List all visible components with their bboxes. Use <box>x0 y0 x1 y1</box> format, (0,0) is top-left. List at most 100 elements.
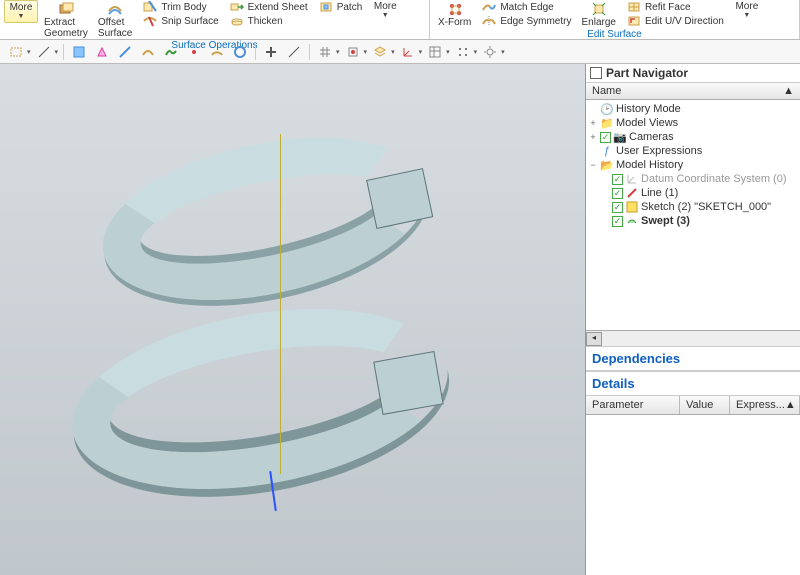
line-feature-icon <box>625 187 639 199</box>
expression-col[interactable]: Express...▲ <box>730 396 800 414</box>
xform-button[interactable]: X-Form <box>434 0 475 29</box>
tb-edge-icon[interactable] <box>115 43 135 61</box>
tb-curve-icon[interactable] <box>138 43 158 61</box>
ribbon-group2-label: Edit Surface <box>434 29 795 41</box>
tb-table-icon[interactable] <box>425 43 445 61</box>
offset-surface-label: Offset Surface <box>98 17 132 39</box>
3d-viewport[interactable] <box>0 64 585 575</box>
ribbon: More ▼ Extract Geometry Offset Surface T… <box>0 0 800 40</box>
tb-snap-icon[interactable] <box>343 43 363 61</box>
axis-line <box>280 134 281 474</box>
tree-model-history[interactable]: − 📂 Model History <box>588 158 798 172</box>
offset-surface-icon <box>107 1 123 17</box>
chevron-down-icon: ▼ <box>18 13 25 21</box>
more2-button[interactable]: More ▼ <box>368 0 402 21</box>
checkbox-icon[interactable]: ✓ <box>600 132 611 143</box>
model-views-label: Model Views <box>616 117 678 129</box>
folder-open-icon: 📂 <box>600 159 614 171</box>
horizontal-scrollbar[interactable]: ◂ <box>586 330 800 346</box>
more2-label: More <box>374 1 397 12</box>
user-expr-label: User Expressions <box>616 145 702 157</box>
details-section[interactable]: Details <box>586 371 800 396</box>
pin-icon[interactable] <box>590 67 602 79</box>
more-button[interactable]: More ▼ <box>4 0 38 23</box>
offset-surface-button[interactable]: Offset Surface <box>94 0 136 40</box>
tree-user-expressions[interactable]: ƒ User Expressions <box>588 144 798 158</box>
tb-rectangle-icon[interactable] <box>6 43 26 61</box>
thicken-button[interactable]: Thicken <box>225 14 312 28</box>
tree-swept[interactable]: ✓ Swept (3) <box>588 214 798 228</box>
tb-point-icon[interactable] <box>184 43 204 61</box>
expand-icon[interactable]: + <box>588 118 598 128</box>
edit-uv-label: Edit U/V Direction <box>645 16 724 27</box>
more3-label: More <box>735 1 758 12</box>
tb-dots-icon[interactable] <box>453 43 473 61</box>
refit-face-button[interactable]: Refit Face <box>622 0 728 14</box>
tb-circle-icon[interactable] <box>230 43 250 61</box>
extend-sheet-label: Extend Sheet <box>248 2 308 13</box>
tb-grid-icon[interactable] <box>315 43 335 61</box>
edit-uv-icon <box>626 13 642 29</box>
patch-button[interactable]: Patch <box>314 0 367 14</box>
expand-icon[interactable]: + <box>588 132 598 142</box>
thicken-icon <box>229 13 245 29</box>
more3-button[interactable]: More ▼ <box>730 0 764 21</box>
tree-sketch[interactable]: ✓ Sketch (2) "SKETCH_000" <box>588 200 798 214</box>
sketch-icon <box>625 201 639 213</box>
tree-line[interactable]: ✓ Line (1) <box>588 186 798 200</box>
snip-surface-button[interactable]: Snip Surface <box>138 14 222 28</box>
tb-shaded-icon[interactable] <box>69 43 89 61</box>
ribbon-group-surface-ops: More ▼ Extract Geometry Offset Surface T… <box>0 0 430 39</box>
part-navigator-title-bar: Part Navigator <box>586 64 800 83</box>
edge-symmetry-button[interactable]: Edge Symmetry <box>477 14 575 28</box>
folder-icon: 📁 <box>600 117 614 129</box>
swept-icon <box>625 215 639 227</box>
match-edge-label: Match Edge <box>500 2 553 13</box>
tree-history-mode[interactable]: 🕑 History Mode <box>588 102 798 116</box>
navigator-column-header[interactable]: Name ▲ <box>586 83 800 100</box>
tree-datum[interactable]: ✓ Datum Coordinate System (0) <box>588 172 798 186</box>
tb-plus-icon[interactable] <box>261 43 281 61</box>
snip-surface-icon <box>142 13 158 29</box>
tb-line2-icon[interactable] <box>284 43 304 61</box>
sort-arrow-icon: ▲ <box>783 85 794 97</box>
enlarge-button[interactable]: Enlarge <box>577 0 619 29</box>
trim-body-label: Trim Body <box>161 2 206 13</box>
checkbox-icon[interactable]: ✓ <box>612 216 623 227</box>
checkbox-icon[interactable]: ✓ <box>612 188 623 199</box>
dependencies-section[interactable]: Dependencies <box>586 346 800 371</box>
parameter-col[interactable]: Parameter <box>586 396 680 414</box>
extract-geometry-button[interactable]: Extract Geometry <box>40 0 92 40</box>
tb-spline-icon[interactable] <box>161 43 181 61</box>
cameras-label: Cameras <box>629 131 674 143</box>
more-label: More <box>10 2 33 13</box>
checkbox-icon[interactable]: ✓ <box>612 202 623 213</box>
trim-body-button[interactable]: Trim Body <box>138 0 222 14</box>
extend-sheet-button[interactable]: Extend Sheet <box>225 0 312 14</box>
ribbon-group-edit-surface: X-Form Match Edge Edge Symmetry Enlarge <box>430 0 800 39</box>
tb-wireframe-icon[interactable] <box>92 43 112 61</box>
value-col[interactable]: Value <box>680 396 730 414</box>
snip-surface-label: Snip Surface <box>161 16 218 27</box>
match-edge-button[interactable]: Match Edge <box>477 0 575 14</box>
tb-layers-icon[interactable] <box>370 43 390 61</box>
details-body <box>586 415 800 575</box>
tb-axis-icon[interactable] <box>398 43 418 61</box>
patch-label: Patch <box>337 2 363 13</box>
datum-icon <box>625 173 639 185</box>
collapse-icon[interactable]: − <box>588 160 598 170</box>
expression-icon: ƒ <box>600 145 614 157</box>
datum-label: Datum Coordinate System (0) <box>641 173 787 185</box>
edge-symmetry-label: Edge Symmetry <box>500 16 571 27</box>
tb-cog-icon[interactable] <box>480 43 500 61</box>
tb-arc-icon[interactable] <box>207 43 227 61</box>
chevron-down-icon: ▼ <box>382 12 389 20</box>
edit-uv-button[interactable]: Edit U/V Direction <box>622 14 728 28</box>
quick-toolbar: ▾ ▾ ▾ ▾ ▾ ▾ ▾ ▾ ▾ <box>0 40 800 64</box>
line-label: Line (1) <box>641 187 678 199</box>
navigator-tree: 🕑 History Mode + 📁 Model Views + ✓ 📷 Cam… <box>586 100 800 330</box>
tree-model-views[interactable]: + 📁 Model Views <box>588 116 798 130</box>
checkbox-icon[interactable]: ✓ <box>612 174 623 185</box>
tb-line-icon[interactable] <box>34 43 54 61</box>
tree-cameras[interactable]: + ✓ 📷 Cameras <box>588 130 798 144</box>
